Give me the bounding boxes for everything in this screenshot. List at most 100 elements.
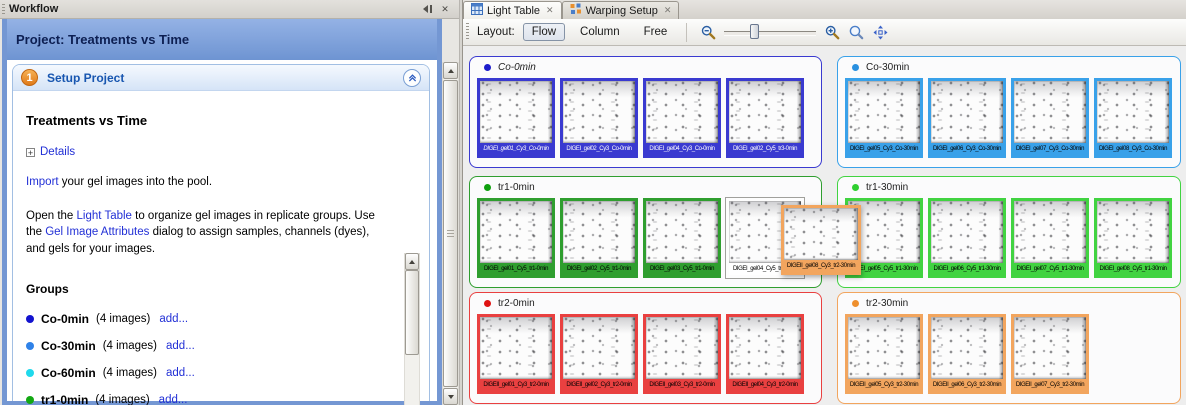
tab-label: Warping Setup bbox=[586, 5, 658, 17]
gel-tiles-row: DIGEII_gel01_Cy3_tr2-0min DIGEII_gel02_C… bbox=[470, 309, 821, 394]
workflow-scrollbar[interactable] bbox=[442, 62, 459, 405]
gel-image-tile[interactable]: DIGEI_gel02_Cy5_tr3-0min bbox=[726, 78, 804, 158]
gel-image-caption: DIGEI_gel02_Cy5_tr3-0min bbox=[729, 143, 801, 155]
tab-warping-setup[interactable]: Warping Setup ✕ bbox=[562, 1, 680, 19]
tab-close-icon[interactable]: ✕ bbox=[546, 5, 554, 16]
toolbar-grip-handle[interactable] bbox=[466, 23, 469, 41]
add-images-link[interactable]: add... bbox=[159, 394, 188, 405]
gel-image-tile[interactable]: DIGEI_gel01_Cy5_tr1-0min bbox=[477, 198, 555, 278]
groups-heading: Groups bbox=[26, 282, 389, 296]
gel-image-caption: DIGEII_gel05_Cy3_tr2-30min bbox=[848, 379, 920, 391]
import-link[interactable]: Import bbox=[26, 176, 59, 188]
zoom-slider[interactable] bbox=[724, 23, 816, 41]
gel-image-caption: DIGEI_gel03_Cy5_tr1-0min bbox=[646, 263, 718, 275]
gel-image-tile[interactable]: DIGEI_gel01_Cy3_Co-0min bbox=[477, 78, 555, 158]
gel-image-tile[interactable]: DIGEI_gel08_Cy5_tr1-30min bbox=[1094, 198, 1172, 278]
gel-image bbox=[1097, 81, 1169, 143]
zoom-reset-icon[interactable] bbox=[847, 23, 865, 41]
layout-column-button[interactable]: Column bbox=[571, 23, 629, 41]
group-list-item: Co-60min (4 images) add... bbox=[26, 366, 389, 380]
gel-image-tile[interactable]: DIGEII_gel07_Cy3_tr2-30min bbox=[1011, 314, 1089, 394]
group-name: Co-30min bbox=[866, 62, 909, 73]
gel-image bbox=[1014, 317, 1086, 379]
panel-grip-handle[interactable] bbox=[2, 4, 5, 15]
light-table-toolbar: Layout: Flow Column Free bbox=[463, 19, 1186, 46]
group-color-bullet bbox=[852, 64, 859, 71]
scroll-up-button[interactable] bbox=[443, 62, 458, 79]
gel-group-header: Co-30min bbox=[838, 57, 1180, 73]
expand-plus-icon[interactable]: + bbox=[26, 148, 35, 157]
gel-image-tile[interactable]: DIGEI_gel02_Cy3_Co-0min bbox=[560, 78, 638, 158]
scroll-down-button[interactable] bbox=[443, 388, 458, 405]
collapse-step-button[interactable] bbox=[403, 69, 421, 87]
workflow-panel: Workflow ✕ Project: Treatments vs Time 1… bbox=[0, 0, 459, 405]
light-table-link[interactable]: Light Table bbox=[77, 210, 132, 222]
details-toggle[interactable]: + Details bbox=[26, 146, 389, 158]
step-setup-project-bar[interactable]: 1 Setup Project bbox=[13, 65, 429, 91]
gel-image-tile[interactable]: DIGEI_gel04_Cy3_Co-0min bbox=[643, 78, 721, 158]
gel-image bbox=[1014, 201, 1086, 263]
layout-flow-button[interactable]: Flow bbox=[523, 23, 565, 41]
gel-image bbox=[729, 81, 801, 143]
group-color-bullet bbox=[26, 315, 34, 323]
gel-image-tile[interactable]: DIGEII_gel05_Cy3_tr2-30min bbox=[845, 314, 923, 394]
gel-image-tile[interactable]: DIGEI_gel07_Cy3_Co-30min bbox=[1011, 78, 1089, 158]
add-images-link[interactable]: add... bbox=[166, 367, 195, 379]
gel-image-tile[interactable]: DIGEII_gel06_Cy3_tr2-30min bbox=[928, 314, 1006, 394]
gel-image-tile[interactable]: DIGEI_gel06_Cy5_tr1-30min bbox=[928, 198, 1006, 278]
gel-image bbox=[1014, 81, 1086, 143]
gel-image-tile[interactable]: DIGEI_gel02_Cy5_tr1-0min bbox=[560, 198, 638, 278]
zoom-in-icon[interactable] bbox=[823, 23, 841, 41]
gel-tiles-row: DIGEI_gel05_Cy5_tr1-30min DIGEI_gel06_Cy… bbox=[838, 193, 1180, 278]
scroll-up-button[interactable] bbox=[405, 253, 419, 270]
gel-image-tile[interactable]: DIGEI_gel03_Cy5_tr1-0min bbox=[643, 198, 721, 278]
gel-image bbox=[646, 317, 718, 379]
scrollbar-thumb[interactable] bbox=[405, 270, 419, 355]
gel-image-tile[interactable]: DIGEII_gel04_Cy3_tr2-0min bbox=[726, 314, 804, 394]
zoom-out-icon[interactable] bbox=[699, 23, 717, 41]
gel-image-tile[interactable]: DIGEII_gel02_Cy3_tr2-0min bbox=[560, 314, 638, 394]
project-title: Project: Treatments vs Time bbox=[7, 32, 189, 47]
step-content: Treatments vs Time + Details Import your… bbox=[13, 91, 429, 405]
dock-panel-icon[interactable] bbox=[421, 4, 433, 15]
gel-image-tile[interactable]: DIGEII_gel01_Cy3_tr2-0min bbox=[477, 314, 555, 394]
fit-to-window-icon[interactable] bbox=[871, 23, 889, 41]
details-link[interactable]: Details bbox=[40, 146, 75, 158]
gel-group-box: tr2-30min DIGEII_gel05_Cy3_tr2-30min DIG… bbox=[837, 292, 1181, 404]
dragged-gel-image-tile[interactable]: DIGEII_gel08_Cy3_tr2-30min bbox=[781, 205, 861, 275]
group-name: tr2-30min bbox=[866, 298, 908, 309]
gel-image-tile[interactable]: DIGEI_gel06_Cy3_Co-30min bbox=[928, 78, 1006, 158]
gel-image-caption: DIGEI_gel01_Cy5_tr1-0min bbox=[480, 263, 552, 275]
scrollbar-thumb[interactable] bbox=[443, 80, 458, 387]
tab-close-icon[interactable]: ✕ bbox=[664, 5, 672, 16]
tab-light-table[interactable]: Light Table ✕ bbox=[463, 1, 562, 19]
gel-group-box: tr2-0min DIGEII_gel01_Cy3_tr2-0min DIGEI… bbox=[469, 292, 822, 404]
layout-free-button[interactable]: Free bbox=[635, 23, 677, 41]
arrow-down-icon bbox=[448, 395, 454, 399]
group-color-bullet bbox=[484, 64, 491, 71]
gel-image-tile[interactable]: DIGEII_gel03_Cy3_tr2-0min bbox=[643, 314, 721, 394]
gel-tiles-row: DIGEI_gel01_Cy3_Co-0min DIGEI_gel02_Cy3_… bbox=[470, 73, 821, 158]
zoom-slider-thumb[interactable] bbox=[750, 24, 759, 39]
project-header: Project: Treatments vs Time bbox=[7, 19, 437, 60]
group-name: tr1-0min bbox=[498, 182, 535, 193]
gel-group-header: tr1-0min bbox=[470, 177, 821, 193]
workflow-frame: Project: Treatments vs Time 1 Setup Proj… bbox=[2, 19, 442, 405]
gel-image-tile[interactable]: DIGEI_gel08_Cy3_Co-30min bbox=[1094, 78, 1172, 158]
light-table-panel: Light Table ✕ Warping Setup ✕ Layout: Fl… bbox=[463, 0, 1186, 405]
gel-image-attributes-link[interactable]: Gel Image Attributes bbox=[45, 226, 149, 238]
project-heading: Treatments vs Time bbox=[26, 113, 389, 128]
gel-image bbox=[480, 317, 552, 379]
gel-image bbox=[563, 81, 635, 143]
light-table-icon bbox=[471, 2, 483, 20]
workflow-panel-title: Workflow bbox=[9, 3, 58, 15]
add-images-link[interactable]: add... bbox=[159, 313, 188, 325]
gel-image bbox=[646, 201, 718, 263]
gel-image bbox=[931, 201, 1003, 263]
gel-image-tile[interactable]: DIGEI_gel05_Cy3_Co-30min bbox=[845, 78, 923, 158]
gel-image bbox=[563, 317, 635, 379]
gel-image-tile[interactable]: DIGEI_gel07_Cy5_tr1-30min bbox=[1011, 198, 1089, 278]
add-images-link[interactable]: add... bbox=[166, 340, 195, 352]
content-scrollbar[interactable] bbox=[404, 253, 420, 405]
close-panel-icon[interactable]: ✕ bbox=[439, 4, 451, 15]
